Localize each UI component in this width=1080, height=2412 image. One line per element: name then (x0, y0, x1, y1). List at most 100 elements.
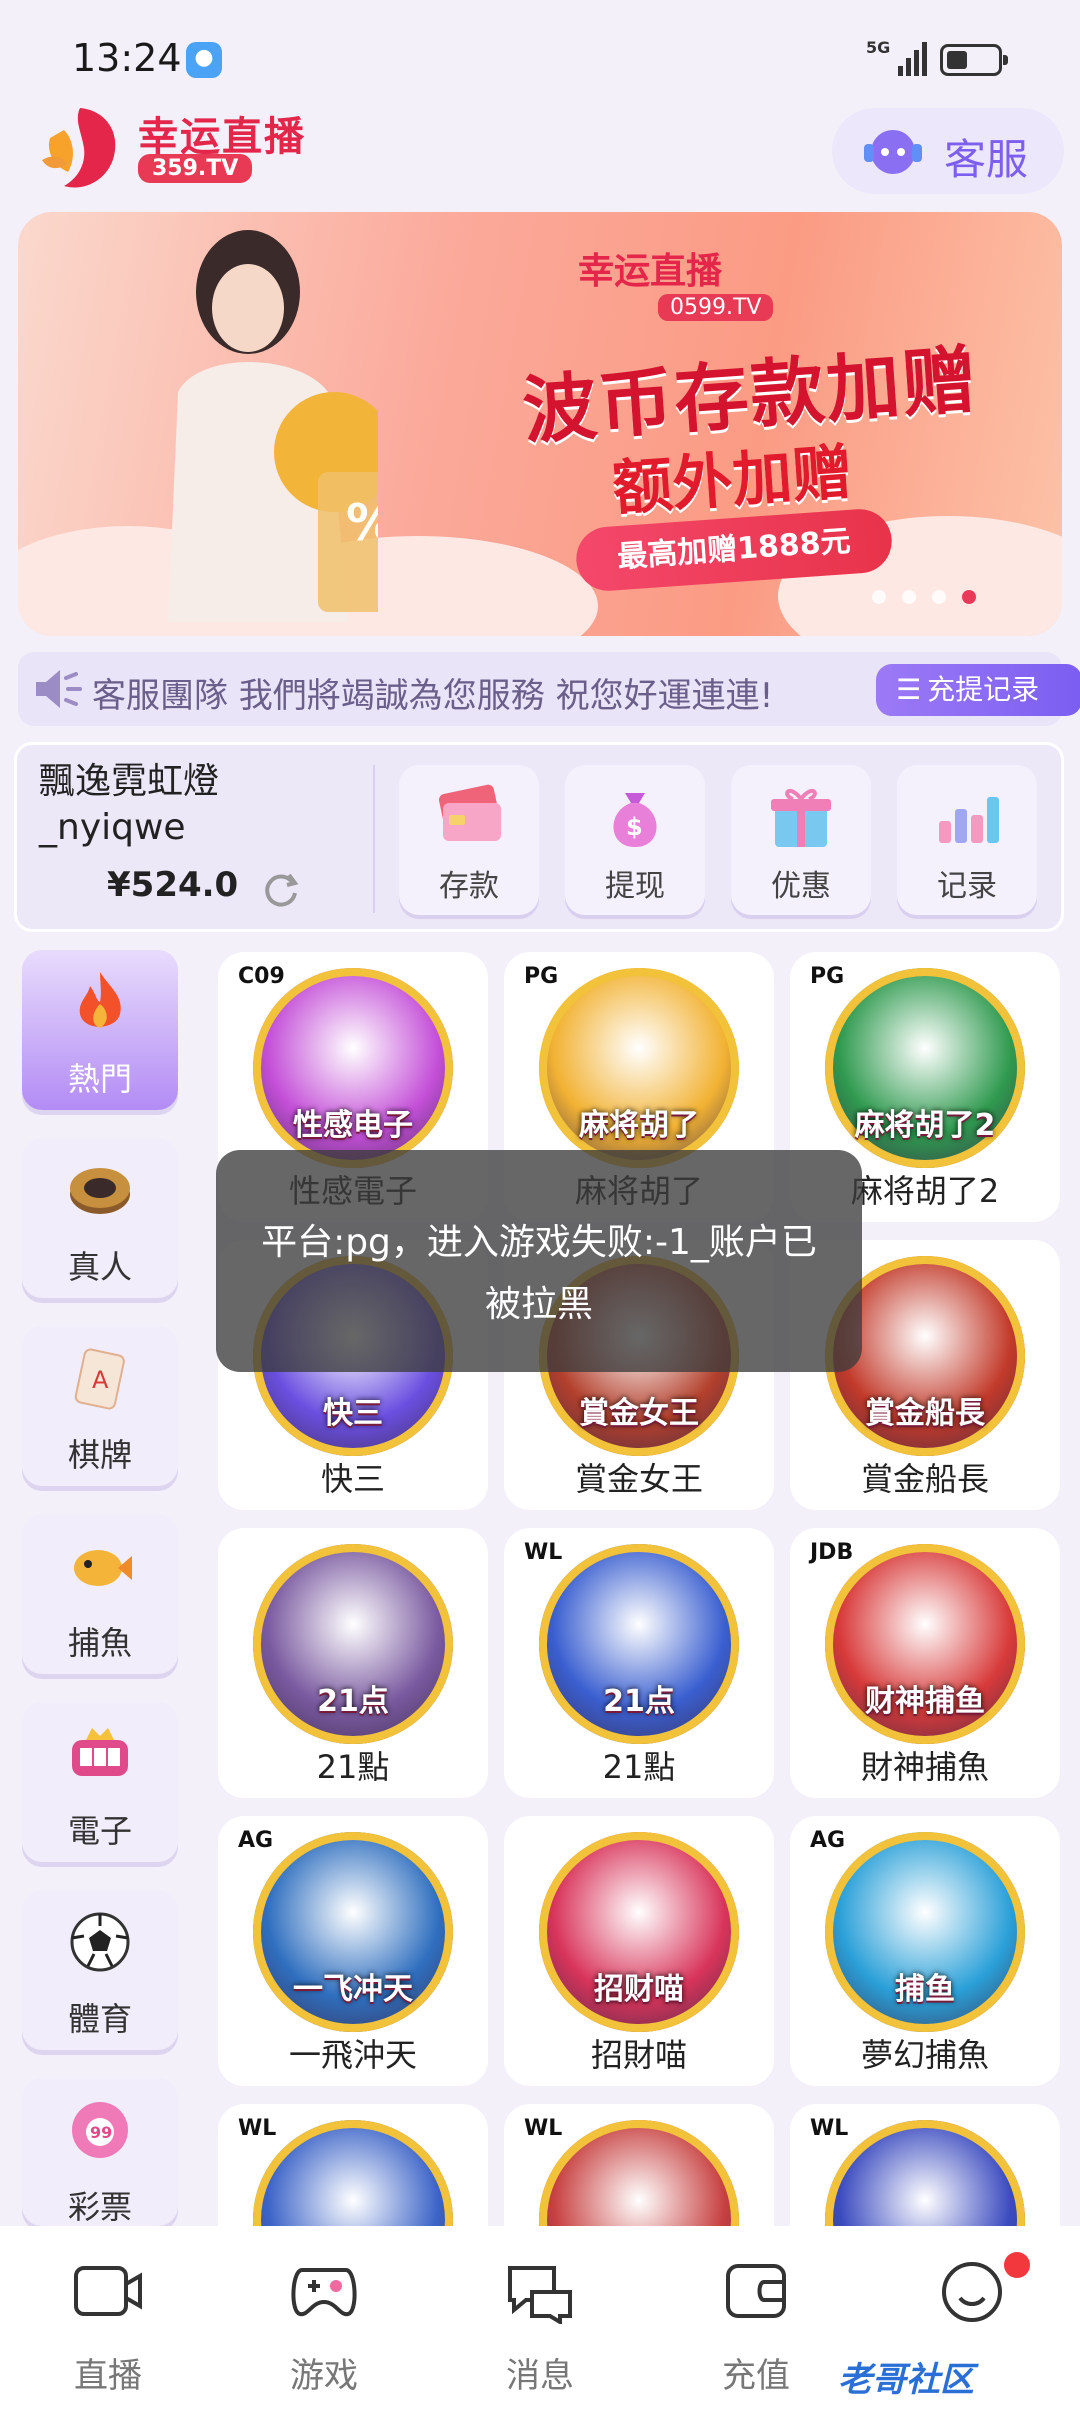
carousel-dot[interactable] (902, 590, 916, 604)
carousel-dots (872, 590, 992, 606)
flame-icon (79, 972, 121, 1028)
game-title: 夢幻捕魚 (860, 2036, 989, 2074)
withdraw-button[interactable]: $ 提现 (565, 765, 705, 915)
carousel-dot[interactable] (872, 590, 886, 604)
game-art-text: 麻将胡了2 (854, 1108, 996, 1143)
game-art-text: 21点 (317, 1684, 389, 1719)
game-card[interactable]: 21点 21點 (218, 1528, 488, 1798)
app-logo: 幸运直播 359.TV (34, 100, 314, 200)
game-title: 快三 (320, 1460, 385, 1498)
lottery-ball-icon: 99 (72, 2102, 128, 2158)
provider-badge: WL (234, 2116, 281, 2141)
customer-service-button[interactable]: 客服 (832, 108, 1064, 194)
banner-domain: 0599.TV (658, 294, 774, 321)
announcement-bar: 客服團隊 我們將竭誠為您服務 祝您好運連連! ☰ 充提记录 (18, 652, 1080, 726)
error-toast: 平台:pg，进入游戏失败:-1_账户已被拉黑 (216, 1150, 862, 1372)
game-title: 21點 (602, 1748, 676, 1786)
bar-chart-icon (939, 797, 999, 843)
game-thumbnail: 21点 (253, 1544, 453, 1744)
category-label: 體育 (67, 2000, 132, 2038)
category-label: 棋牌 (67, 1436, 132, 1474)
category-slots[interactable]: 電子 (22, 1702, 178, 1862)
provider-badge: PG (806, 964, 849, 989)
nav-messages[interactable]: 消息 (432, 2226, 648, 2412)
percent-badge: % (346, 494, 378, 552)
game-thumbnail: 麻将胡了 (539, 968, 739, 1168)
headset-icon (864, 130, 922, 174)
provider-badge: PG (520, 964, 563, 989)
records-button[interactable]: 记录 (897, 765, 1037, 915)
signal-icon (898, 40, 928, 76)
divider (373, 765, 375, 913)
promotions-label: 优惠 (771, 869, 831, 904)
promotions-button[interactable]: 优惠 (731, 765, 871, 915)
game-card[interactable]: 21点 WL 21點 (504, 1528, 774, 1798)
svg-text:$: $ (626, 813, 643, 841)
announcement-text: 客服團隊 我們將竭誠為您服務 祝您好運連連! (92, 676, 774, 716)
refresh-icon[interactable] (261, 869, 301, 909)
svg-text:99: 99 (90, 2123, 112, 2142)
category-label: 彩票 (67, 2188, 132, 2226)
game-card[interactable]: 财神捕鱼 JDB 財神捕魚 (790, 1528, 1060, 1798)
battery-icon (940, 44, 1008, 76)
game-title: 財神捕魚 (860, 1748, 989, 1786)
chip-icon (70, 1168, 130, 1214)
list-icon: ☰ (896, 673, 922, 706)
game-card[interactable]: 捕鱼 AG 夢幻捕魚 (790, 1816, 1060, 2086)
category-live[interactable]: 真人 (22, 1138, 178, 1298)
nav-games[interactable]: 游戏 (216, 2226, 432, 2412)
provider-badge: WL (806, 2116, 853, 2141)
deposit-button[interactable]: 存款 (399, 765, 539, 915)
fox-logo-icon (42, 108, 116, 188)
provider-badge: WL (520, 2116, 567, 2141)
status-time: 13:24 (72, 36, 182, 80)
game-card[interactable]: 招财喵 招財喵 (504, 1816, 774, 2086)
category-label: 捕魚 (67, 1624, 132, 1662)
nav-live[interactable]: 直播 (0, 2226, 216, 2412)
game-thumbnail: 一飞冲天 (253, 1832, 453, 2032)
category-fishing[interactable]: 捕魚 (22, 1514, 178, 1674)
game-title: 一飛沖天 (288, 2036, 417, 2074)
carousel-dot-active[interactable] (962, 590, 976, 604)
provider-badge: C09 (234, 964, 289, 989)
category-label: 真人 (67, 1248, 132, 1286)
game-art-text: 一飞冲天 (293, 1972, 413, 2007)
game-art-text: 财神捕鱼 (865, 1684, 985, 1719)
category-label: 電子 (67, 1812, 132, 1850)
nav-label: 消息 (506, 2356, 574, 2396)
provider-badge: AG (806, 1828, 850, 1853)
video-camera-icon (74, 2266, 142, 2316)
game-title: 21點 (316, 1748, 390, 1786)
provider-badge: WL (520, 1540, 567, 1565)
game-art-text: 麻将胡了 (579, 1108, 699, 1143)
smiley-icon (942, 2262, 1002, 2322)
carousel-dot[interactable] (932, 590, 946, 604)
game-art-text: 賞金女王 (579, 1396, 699, 1431)
transaction-record-button[interactable]: ☰ 充提记录 (876, 664, 1080, 716)
nav-label: 直播 (74, 2356, 142, 2396)
category-sports[interactable]: 體育 (22, 1890, 178, 2050)
promo-banner[interactable]: % 幸运直播 0599.TV 波币存款加赠 额外加赠 最高加赠1888元 (18, 212, 1062, 636)
category-lottery[interactable]: 99 彩票 (22, 2078, 178, 2226)
category-hot[interactable]: 熱門 (22, 950, 178, 1110)
username: 飄逸霓虹燈_nyiqwe (39, 761, 220, 848)
provider-badge: JDB (806, 1540, 858, 1565)
playing-card-icon: A (74, 1348, 125, 1410)
chat-notification-icon: ● (186, 42, 222, 78)
wallet-icon (726, 2264, 786, 2318)
game-art-text: 招财喵 (594, 1972, 684, 2007)
gamepad-icon (291, 2268, 357, 2317)
category-chess[interactable]: A 棋牌 (22, 1326, 178, 1486)
game-thumbnail: 招财喵 (539, 1832, 739, 2032)
nav-recharge[interactable]: 充值 (648, 2226, 864, 2412)
chat-bubbles-icon (508, 2266, 572, 2324)
game-art-text: 賞金船長 (865, 1396, 985, 1431)
game-thumbnail: 21点 (539, 1544, 739, 1744)
game-art-text: 21点 (603, 1684, 675, 1719)
game-card[interactable]: 一飞冲天 AG 一飛沖天 (218, 1816, 488, 2086)
provider-badge: AG (234, 1828, 278, 1853)
game-title: 賞金女王 (574, 1460, 703, 1498)
nav-label: 游戏 (290, 2356, 358, 2396)
account-panel: 飄逸霓虹燈_nyiqwe ¥524.0 存款 $ 提现 优惠 记录 (14, 742, 1064, 932)
watermark: 老哥社区 (838, 2360, 974, 2400)
